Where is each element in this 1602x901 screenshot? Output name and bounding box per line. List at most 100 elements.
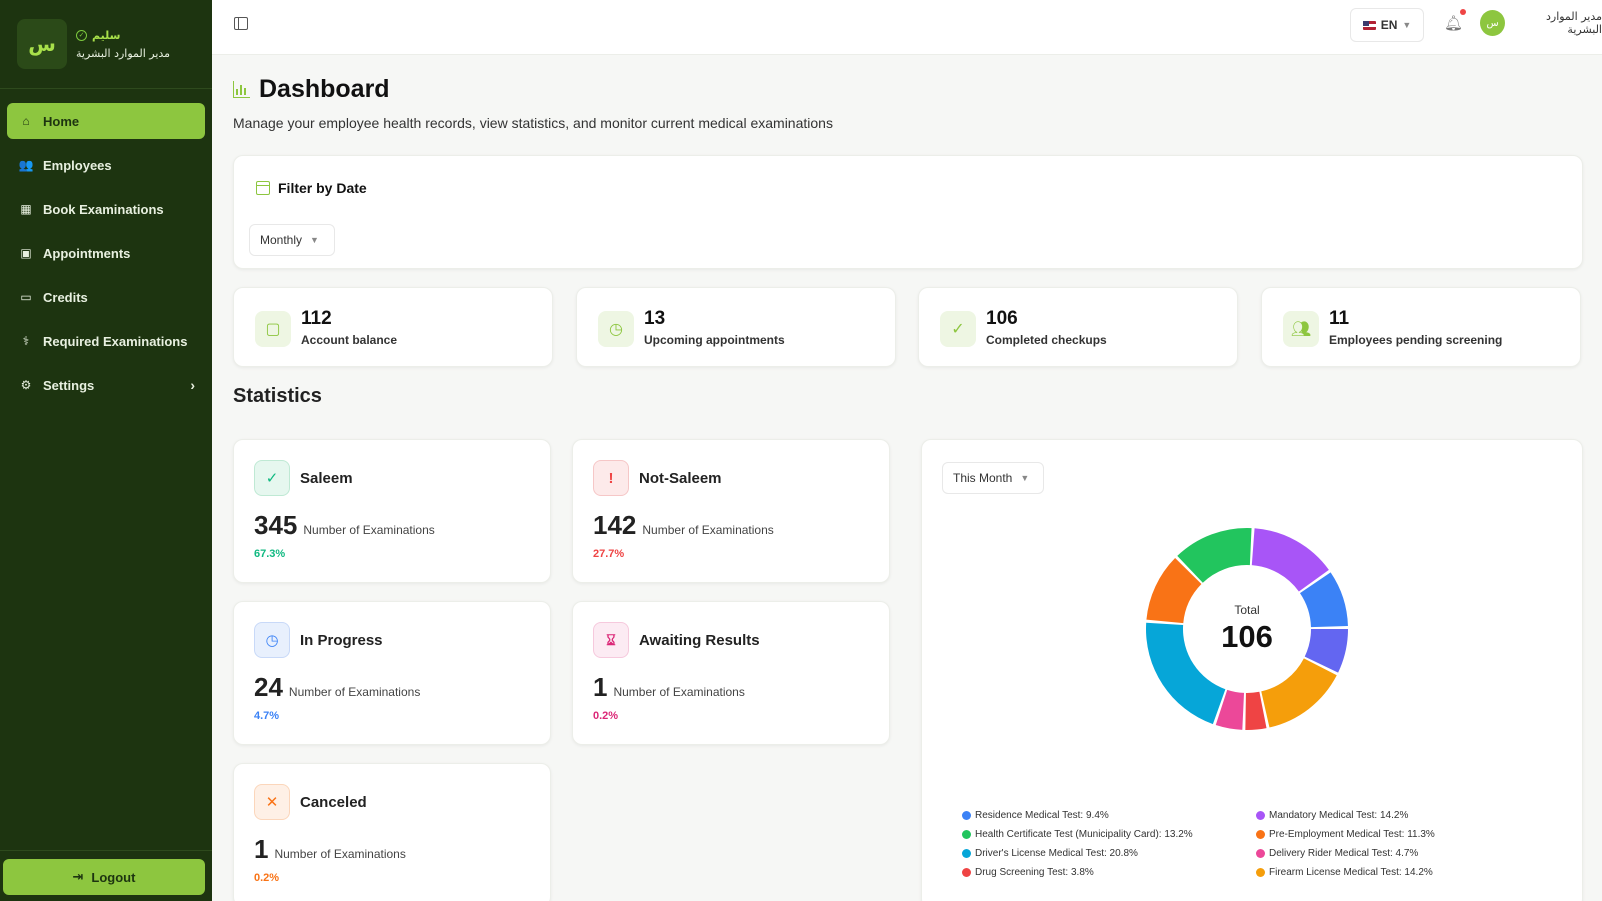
legend-label: Pre-Employment Medical Test: 11.3% — [1269, 829, 1435, 840]
credit-card-icon: ▭ — [20, 290, 32, 304]
donut-total-value: 106 — [1221, 619, 1273, 654]
status-count-row: 1 Number of Examinations — [254, 834, 406, 865]
legend-dot — [1256, 849, 1265, 858]
stat-value: 13 — [644, 308, 666, 329]
status-card-saleem: ✓ Saleem 345 Number of Examinations 67.3… — [233, 439, 551, 583]
home-icon: ⌂ — [22, 114, 30, 128]
filter-title: Filter by Date — [256, 180, 367, 196]
bell-icon[interactable]: 🔔︎ — [1444, 14, 1463, 32]
sidebar-item-employees[interactable]: 👥 Employees — [7, 147, 205, 183]
status-percent: 0.2% — [254, 872, 280, 884]
status-count-row: 24 Number of Examinations — [254, 672, 420, 703]
calendar-plus-icon: ▦ — [20, 202, 32, 216]
brand-name: سليم — [92, 28, 121, 42]
sidebar-item-label: Settings — [43, 377, 95, 393]
topbar: EN ▼ 🔔︎ س مدير الموارد البشرية — [212, 0, 1602, 55]
status-count: 142 — [593, 510, 637, 540]
sidebar-nav: ⌂ Home 👥 Employees ▦ Book Examinations ▣… — [0, 89, 212, 403]
stat-card-account-balance: ▢ 112 Account balance — [233, 287, 553, 367]
bar-chart-icon — [233, 81, 250, 98]
status-count: 1 — [593, 672, 608, 702]
legend-label: Firearm License Medical Test: 14.2% — [1269, 867, 1433, 878]
legend-label: Mandatory Medical Test: 14.2% — [1269, 810, 1409, 821]
brand-logo: س — [17, 19, 67, 69]
legend-item: Firearm License Medical Test: 14.2% — [1256, 867, 1556, 878]
legend-dot — [962, 868, 971, 877]
stat-card-upcoming-appointments: ◷ 13 Upcoming appointments — [576, 287, 896, 367]
us-flag-icon — [1362, 20, 1376, 30]
sidebar-item-settings[interactable]: ⚙ Settings › — [7, 367, 205, 403]
user-menu[interactable]: س مدير الموارد البشرية — [1480, 10, 1602, 36]
legend-label: Health Certificate Test (Municipality Ca… — [975, 829, 1193, 840]
status-name: Not-Saleem — [639, 470, 722, 487]
chart-period-select[interactable]: This Month ▼ — [942, 462, 1044, 494]
stat-card-employees-pending: 👥︎ 11 Employees pending screening — [1261, 287, 1581, 367]
status-percent: 27.7% — [593, 548, 625, 560]
sidebar-item-appointments[interactable]: ▣ Appointments — [7, 235, 205, 271]
sidebar-item-home[interactable]: ⌂ Home — [7, 103, 205, 139]
brand-name-row: سليم ✓ — [76, 29, 170, 42]
date-filter-value: Monthly — [260, 233, 303, 247]
users-icon: 👥︎ — [1283, 311, 1319, 347]
calendar-icon — [256, 181, 270, 195]
check-circle-icon: ✓ — [940, 311, 976, 347]
page-subtitle: Manage your employee health records, vie… — [233, 115, 833, 131]
stat-label: Employees pending screening — [1329, 333, 1503, 347]
clock-icon: ◷ — [598, 311, 634, 347]
sidebar-item-label: Credits — [43, 289, 88, 305]
stat-label: Upcoming appointments — [644, 333, 785, 347]
users-icon: 👥 — [18, 158, 34, 172]
legend-dot — [962, 830, 971, 839]
legend-item: Driver's License Medical Test: 20.8% — [962, 848, 1256, 859]
notification-dot — [1460, 9, 1466, 15]
brand-text: سليم ✓ مدير الموارد البشرية — [76, 29, 170, 60]
status-count-row: 345 Number of Examinations — [254, 510, 435, 541]
calendar-check-icon: ▣ — [20, 246, 32, 260]
check-circle-icon: ✓ — [254, 460, 290, 496]
date-filter-select[interactable]: Monthly ▼ — [249, 224, 335, 256]
status-percent: 67.3% — [254, 548, 286, 560]
legend-label: Delivery Rider Medical Test: 4.7% — [1269, 848, 1419, 859]
verified-icon: ✓ — [76, 29, 87, 41]
status-percent: 0.2% — [593, 710, 619, 722]
legend-label: Drug Screening Test: 3.8% — [975, 867, 1094, 878]
logout-button[interactable]: ⇥ Logout — [3, 859, 205, 895]
brand-role: مدير الموارد البشرية — [76, 46, 171, 60]
status-name: Saleem — [300, 470, 353, 487]
legend-dot — [1256, 830, 1265, 839]
stat-value: 11 — [1329, 308, 1350, 329]
page-title: Dashboard — [259, 75, 390, 103]
chevron-down-icon: ▼ — [1402, 20, 1412, 30]
status-name: Canceled — [300, 794, 367, 811]
status-card-not-saleem: ! Not-Saleem 142 Number of Examinations … — [572, 439, 890, 583]
filter-card: Filter by Date Monthly ▼ — [233, 155, 1583, 269]
sidebar: س سليم ✓ مدير الموارد البشرية ⌂ Home 👥 E… — [0, 0, 212, 901]
alert-circle-icon: ! — [593, 460, 629, 496]
legend-item: Health Certificate Test (Municipality Ca… — [962, 829, 1256, 840]
status-count-label: Number of Examinations — [288, 685, 421, 699]
status-count-label: Number of Examinations — [303, 523, 435, 537]
stethoscope-icon: ⚕ — [22, 334, 30, 348]
sidebar-item-book-examinations[interactable]: ▦ Book Examinations — [7, 191, 205, 227]
sidebar-divider — [0, 850, 212, 851]
status-count-label: Number of Examinations — [274, 847, 406, 861]
status-count: 345 — [254, 510, 298, 540]
sidebar-item-required-examinations[interactable]: ⚕ Required Examinations — [7, 323, 205, 359]
chevron-down-icon: ▼ — [310, 235, 319, 245]
sidebar-item-credits[interactable]: ▭ Credits — [7, 279, 205, 315]
status-percent: 4.7% — [254, 710, 280, 722]
language-label: EN — [1380, 18, 1398, 32]
language-selector[interactable]: EN ▼ — [1350, 8, 1424, 42]
logout-label: Logout — [91, 869, 136, 885]
avatar: س — [1480, 10, 1506, 36]
brand: س سليم ✓ مدير الموارد البشرية — [0, 0, 212, 89]
stat-value: 106 — [986, 308, 1018, 329]
legend-label: Residence Medical Test: 9.4% — [975, 810, 1109, 821]
sidebar-item-label: Employees — [43, 157, 112, 173]
donut-total-label: Total — [1234, 603, 1260, 617]
status-count: 24 — [254, 672, 283, 702]
sidebar-toggle-icon[interactable] — [234, 17, 248, 30]
statistics-title: Statistics — [233, 385, 322, 407]
donut-chart: Total 106 — [1142, 524, 1352, 734]
donut-center: Total 106 — [1142, 524, 1352, 734]
